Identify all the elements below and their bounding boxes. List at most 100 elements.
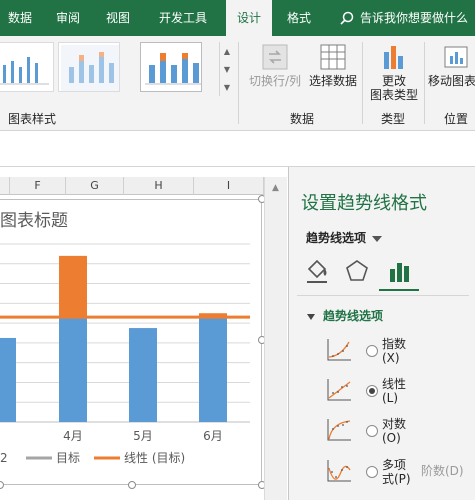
exponential-label-1: 指数	[382, 337, 407, 351]
change-chart-type-button[interactable]: 更改 图表类型	[366, 42, 422, 102]
trend-option-logarithmic[interactable]: 对数 (O)	[325, 417, 475, 447]
move-chart-button[interactable]: 移动图表	[428, 42, 475, 88]
switch-row-column-button[interactable]: 切换行/列	[246, 42, 304, 88]
select-data-label: 选择数据	[308, 74, 357, 88]
tab-design[interactable]: 设计	[226, 0, 272, 36]
chart-style-thumb[interactable]	[140, 42, 202, 92]
linear-label: 线性 (L)	[382, 377, 406, 405]
chart-style-thumb[interactable]	[58, 42, 120, 92]
exponential-label: 指数 (X)	[382, 337, 406, 365]
tab-developer[interactable]: 开发工具	[148, 0, 218, 36]
logarithmic-label: 对数 (O)	[382, 417, 406, 445]
group-label-type: 类型	[381, 112, 406, 126]
tab-data[interactable]: 数据	[0, 0, 40, 36]
polynomial-label: 多项 式(P)	[382, 458, 411, 486]
column-header-f[interactable]: F	[10, 177, 66, 195]
trendline-options-section[interactable]: 趋势线选项	[307, 307, 383, 324]
trend-option-linear[interactable]: 线性 (L)	[325, 377, 475, 407]
tell-me-text: 告诉我你想要做什么	[360, 11, 469, 25]
bar-series-1	[59, 318, 87, 422]
group-label-data: 数据	[290, 112, 315, 126]
resize-handle[interactable]	[128, 481, 136, 489]
chevron-down-icon	[372, 235, 383, 242]
select-data-icon	[320, 44, 346, 70]
group-divider	[238, 42, 239, 124]
linear-label-2: (L)	[382, 391, 399, 405]
resize-handle[interactable]	[0, 481, 4, 489]
polynomial-trend-icon	[327, 460, 351, 482]
trendline-options-dropdown-label: 趋势线选项	[306, 231, 367, 245]
pane-title: 设置趋势线格式	[301, 193, 427, 214]
exponential-label-2: (X)	[382, 351, 400, 365]
chart-style-preview-icon	[0, 57, 49, 85]
bar-series-1	[199, 318, 227, 422]
x-tick-label: 6月	[203, 429, 223, 443]
chart-plot: 4月 5月 6月 2 目标 线性 (目标)	[0, 243, 250, 465]
select-data-button[interactable]: 选择数据	[306, 42, 360, 88]
trend-option-exponential[interactable]: 指数 (X)	[325, 337, 475, 367]
column-header-i[interactable]: I	[194, 177, 264, 195]
gallery-scrollbar[interactable]: ▲ ▼ ▼	[219, 42, 233, 96]
vertical-scrollbar[interactable]: ▲	[264, 177, 287, 500]
tab-review[interactable]: 审阅	[48, 0, 88, 36]
switch-row-column-label: 切换行/列	[248, 74, 302, 88]
logarithmic-trend-icon	[327, 419, 351, 441]
logarithmic-label-2: (O)	[382, 431, 401, 445]
logarithmic-label-1: 对数	[382, 417, 407, 431]
exponential-trend-icon	[327, 339, 351, 361]
polynomial-label-1: 多项	[382, 458, 407, 472]
gallery-down-icon[interactable]: ▼	[223, 62, 231, 78]
linear-trend-icon	[327, 379, 351, 401]
gallery-more-icon[interactable]: ▼	[223, 80, 231, 96]
worksheet: F G H I 4月 5月 6月 2 目标 线性 (目标) 图表标题 ▲	[0, 167, 287, 500]
change-chart-type-icon	[384, 46, 403, 69]
group-divider	[362, 42, 363, 124]
chart-title[interactable]: 图表标题	[0, 206, 68, 231]
group-divider	[424, 42, 425, 124]
change-chart-type-label-2: 图表类型	[369, 88, 418, 102]
group-label-location: 位置	[444, 112, 469, 126]
trendline-options-bar-icon[interactable]	[385, 257, 413, 285]
gallery-up-icon[interactable]: ▲	[223, 44, 231, 60]
pane-divider	[297, 295, 469, 296]
bar-series-1	[0, 337, 16, 422]
radio-logarithmic[interactable]	[366, 425, 378, 437]
radio-linear[interactable]	[366, 385, 378, 397]
column-header-g[interactable]: G	[66, 177, 124, 195]
polynomial-label-2: 式(P)	[382, 472, 411, 486]
chart-style-thumb[interactable]	[0, 42, 54, 92]
move-chart-label: 移动图表	[428, 74, 475, 88]
x-tick-label: 4月	[63, 429, 83, 443]
legend-label: 2	[0, 451, 8, 465]
change-chart-type-label-1: 更改	[381, 74, 406, 88]
fill-line-icon[interactable]	[303, 257, 331, 285]
trendline-options-dropdown[interactable]: 趋势线选项	[306, 229, 383, 246]
column-header-h[interactable]: H	[124, 177, 194, 195]
collapse-triangle-icon	[307, 313, 315, 320]
bar-series-2	[59, 255, 87, 319]
formula-bar-area	[0, 132, 475, 167]
chart-area[interactable]: 4月 5月 6月 2 目标 线性 (目标) 图表标题	[0, 199, 262, 485]
x-tick-label: 5月	[133, 429, 153, 443]
active-tab-indicator	[379, 289, 419, 291]
legend-label: 线性 (目标)	[124, 451, 185, 465]
radio-exponential[interactable]	[366, 345, 378, 357]
chart-style-preview-icon	[61, 45, 119, 91]
column-header-row: F G H I	[0, 177, 287, 195]
tab-view[interactable]: 视图	[98, 0, 138, 36]
effects-pentagon-icon[interactable]	[343, 257, 371, 285]
trend-option-polynomial[interactable]: 多项 式(P) 阶数(D)	[325, 458, 475, 488]
linear-label-1: 线性	[382, 377, 407, 391]
switch-row-column-icon	[262, 44, 288, 70]
group-label-chart-styles: 图表样式	[8, 112, 57, 126]
move-chart-icon	[444, 46, 468, 68]
scroll-up-icon[interactable]: ▲	[272, 183, 279, 193]
tab-format[interactable]: 格式	[278, 0, 320, 36]
search-icon	[340, 11, 354, 25]
ribbon-design-panel: ▲ ▼ ▼ 图表样式 切换行/列 选择数据 数据 更改 图表类型 类型 移动图表…	[0, 36, 475, 131]
radio-polynomial[interactable]	[366, 466, 378, 478]
column-header[interactable]	[0, 177, 10, 195]
trendline-options-section-label: 趋势线选项	[323, 309, 384, 323]
legend-label: 目标	[56, 451, 80, 465]
bar-series-1	[129, 328, 157, 422]
